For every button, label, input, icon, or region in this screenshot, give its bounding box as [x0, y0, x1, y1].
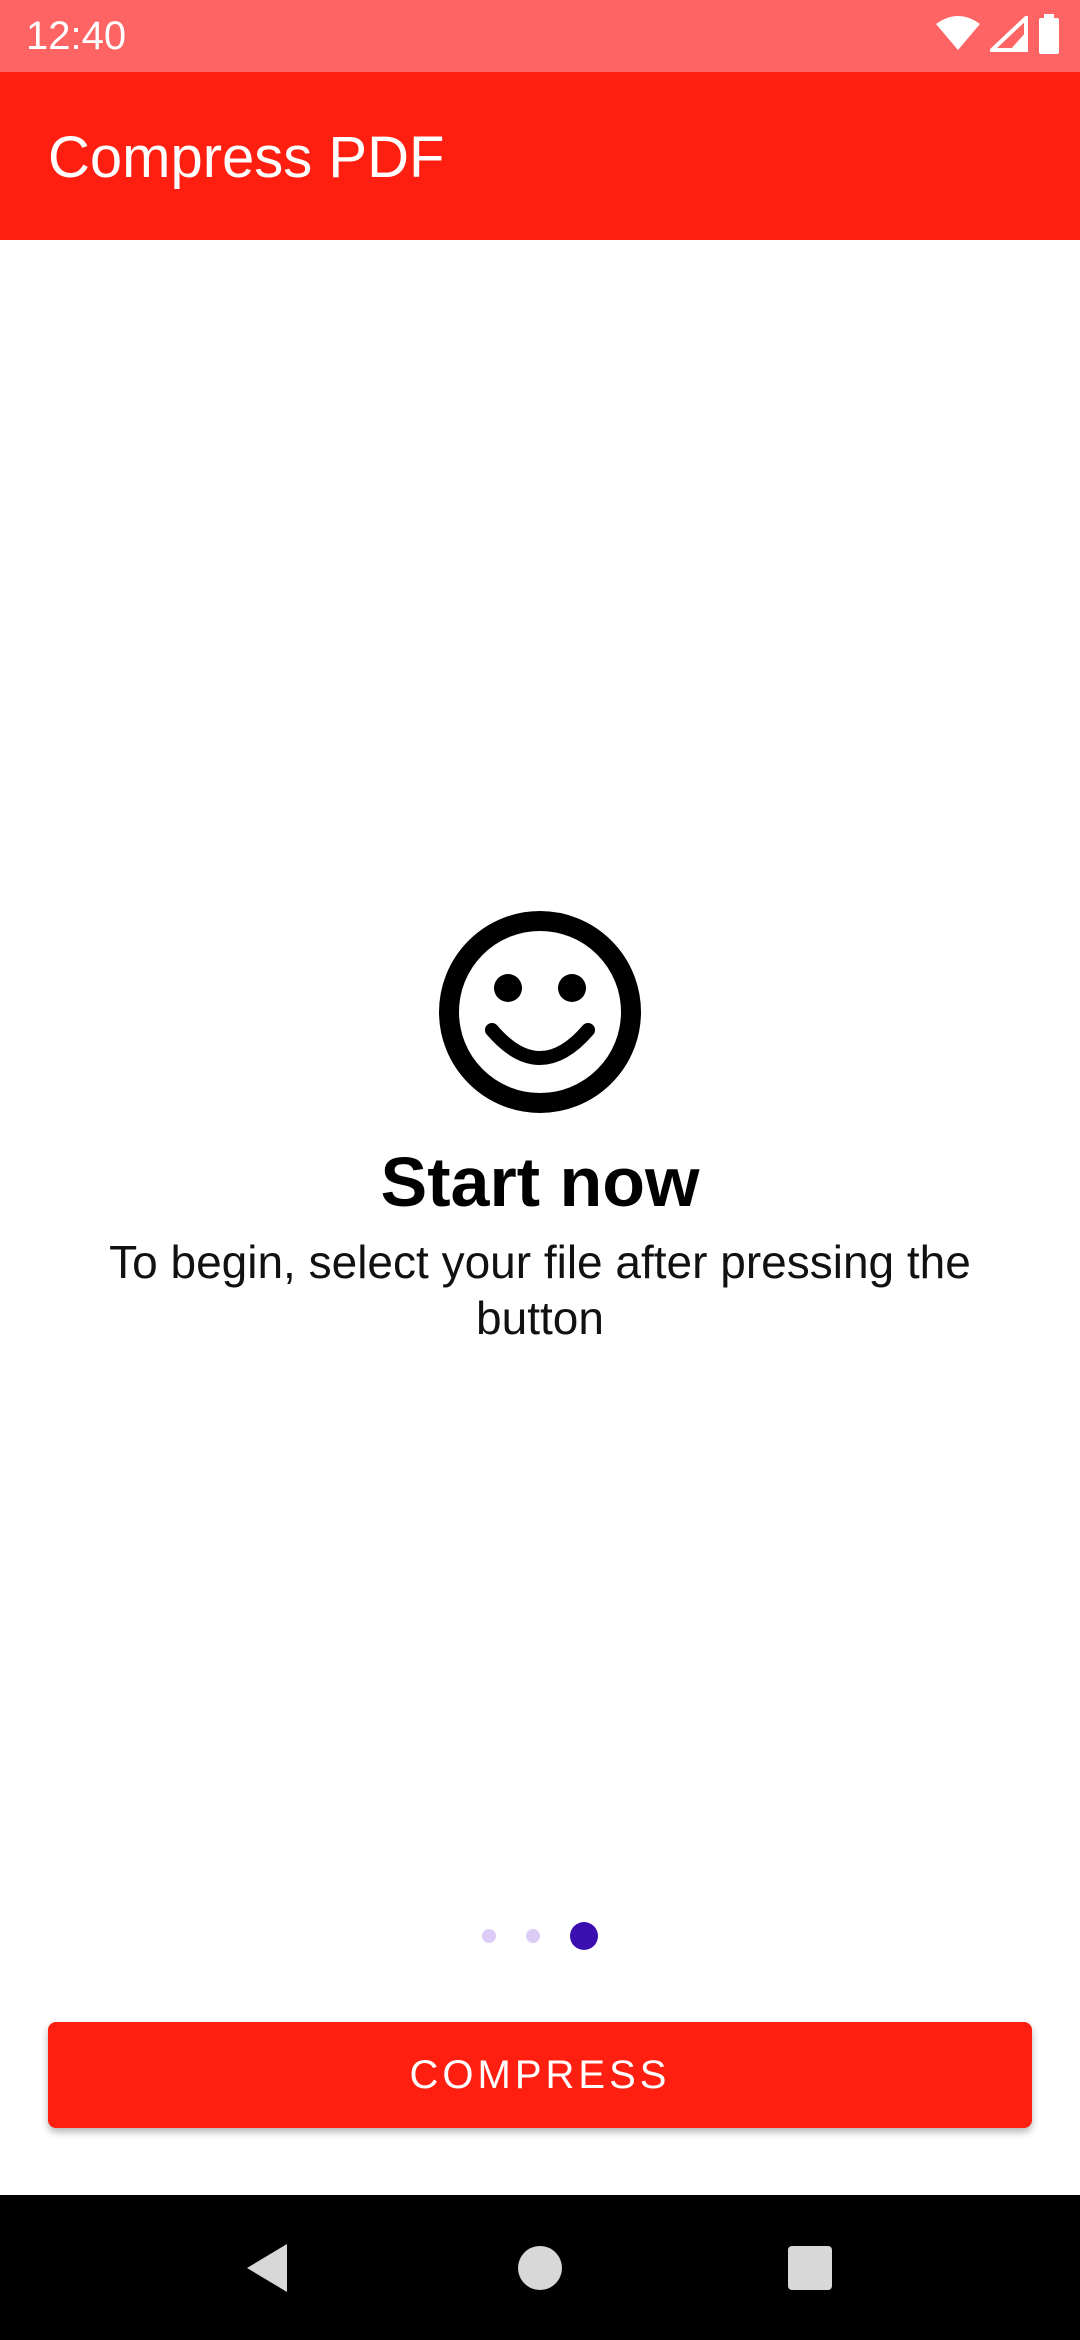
back-icon[interactable] [232, 2233, 302, 2303]
page-dot [482, 1929, 496, 1943]
wifi-icon [936, 15, 980, 57]
page-dot-active [570, 1922, 598, 1950]
smiley-face-icon [438, 910, 642, 1114]
recents-icon[interactable] [775, 2233, 845, 2303]
headline: Start now [380, 1143, 700, 1221]
page-dot [526, 1929, 540, 1943]
instruction-text: To begin, select your file after pressin… [109, 1236, 971, 1344]
battery-icon [1038, 13, 1060, 59]
screen: 12:40 Compress PDF Start now To begin, s… [0, 0, 1080, 2340]
status-bar: 12:40 [0, 0, 1080, 72]
compress-button[interactable]: COMPRESS [48, 2022, 1032, 2128]
signal-icon [986, 12, 1028, 57]
status-time: 12:40 [26, 14, 127, 58]
page-indicator [0, 1916, 1080, 1956]
onboarding-page[interactable]: Start now To begin, select your file aft… [0, 240, 1080, 2195]
app-bar: Compress PDF [0, 72, 1080, 240]
app-title: Compress PDF [48, 125, 445, 190]
navigation-bar [0, 2195, 1080, 2340]
home-icon[interactable] [505, 2233, 575, 2303]
status-icons [936, 12, 1060, 59]
